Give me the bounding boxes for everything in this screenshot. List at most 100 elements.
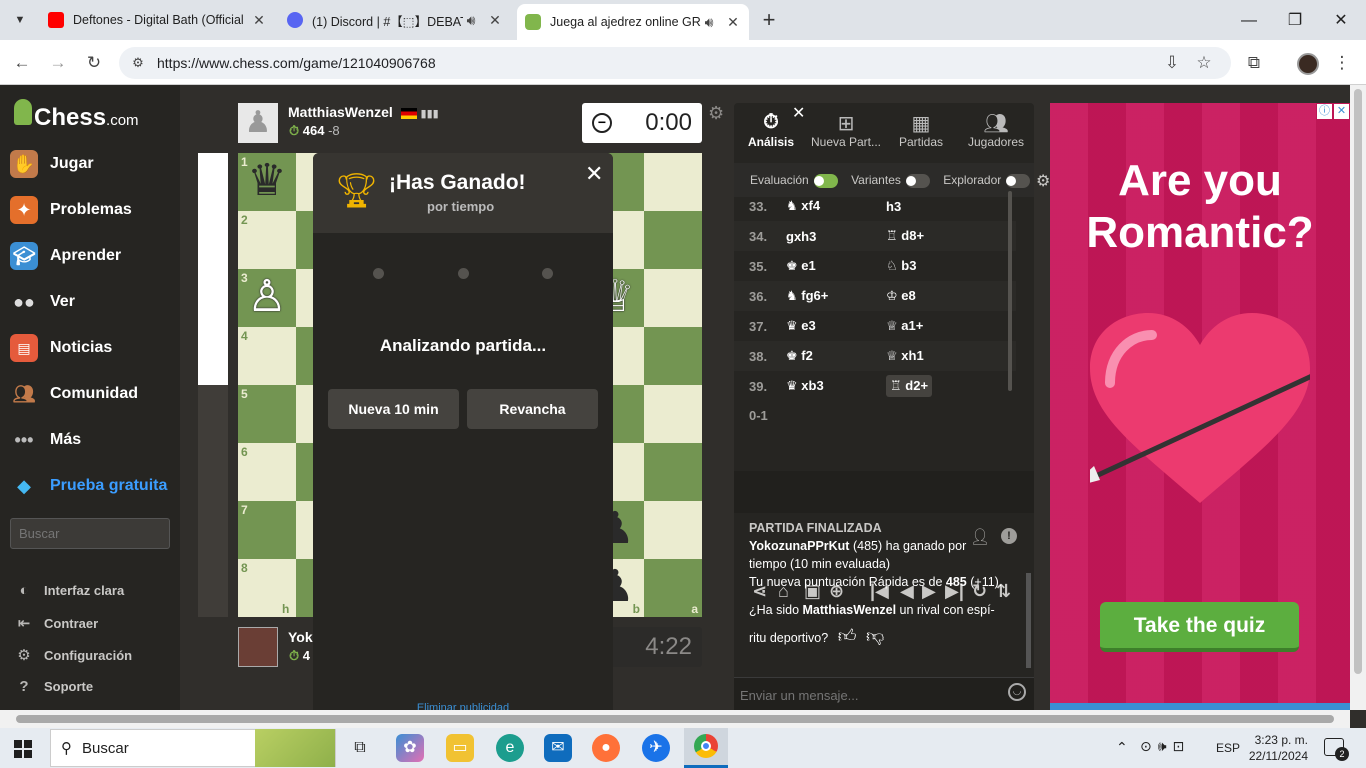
scroll-thumb[interactable] xyxy=(16,715,1334,723)
browser-tab-chess[interactable]: Juega al ajedrez online GRA 🔊︎ ✕ xyxy=(517,4,749,40)
black-move[interactable]: ♘ b3 xyxy=(886,258,986,274)
close-tab-icon[interactable]: ✕ xyxy=(725,14,741,31)
ad-choices-icon[interactable]: ⓘ xyxy=(1317,104,1332,119)
black-move[interactable]: h3 xyxy=(886,199,986,214)
top-player-name[interactable]: MatthiasWenzel ▮▮▮ xyxy=(288,104,439,120)
thumbs-down-icon[interactable]: 👎︎ xyxy=(866,626,884,646)
panel-settings-gear-icon[interactable]: ⚙ xyxy=(1036,171,1050,191)
install-app-icon[interactable]: ⇩ xyxy=(1160,51,1184,75)
sidebar-search-input[interactable] xyxy=(10,518,170,549)
back-arrow-icon[interactable]: ← xyxy=(10,51,34,75)
menu-dots-icon[interactable]: ⋮ xyxy=(1330,51,1354,75)
chat-scrollbar[interactable] xyxy=(1026,573,1031,668)
nav-problemas[interactable]: ✦ Problemas xyxy=(10,196,132,224)
language-indicator[interactable]: ESP xyxy=(1216,741,1240,755)
black-move[interactable]: ♕ xh1 xyxy=(886,348,986,364)
close-tab-icon[interactable]: ✕ xyxy=(251,12,267,29)
reload-icon[interactable]: ↻ xyxy=(82,51,106,75)
panel-close-icon[interactable]: ✕ xyxy=(792,103,805,123)
white-move[interactable]: gxh3 xyxy=(786,229,886,244)
toggle-evaluacion[interactable]: Evaluación xyxy=(750,173,838,188)
scroll-thumb[interactable] xyxy=(1354,89,1362,674)
nav-mas[interactable]: ••• Más xyxy=(10,426,82,454)
white-move[interactable]: ♛ e3 xyxy=(786,318,886,334)
toggle-switch-off[interactable] xyxy=(1006,173,1031,188)
black-move[interactable]: ♖ d8+ xyxy=(886,228,986,244)
board-square[interactable]: 8h xyxy=(238,559,296,617)
site-info-icon[interactable]: ⚙ xyxy=(119,55,157,71)
nav-contraer[interactable]: ⇤ Contraer xyxy=(14,614,98,632)
chrome-taskbar-button[interactable] xyxy=(684,728,728,768)
add-friend-icon[interactable]: 👤︎ xyxy=(970,527,990,547)
black-move[interactable]: ♕ a1+ xyxy=(886,318,986,334)
clock[interactable]: 3:23 p. m. 22/11/2024 xyxy=(1248,732,1308,764)
bottom-player-avatar[interactable] xyxy=(238,627,278,667)
remove-ads-link[interactable]: Eliminar publicidad xyxy=(313,702,613,710)
board-square[interactable] xyxy=(644,327,702,385)
profile-avatar[interactable] xyxy=(1297,53,1319,75)
rematch-button[interactable]: Revancha xyxy=(467,389,598,429)
tab-jugadores[interactable]: 👥︎ Jugadores xyxy=(959,111,1033,149)
move-list-scrollbar[interactable] xyxy=(1008,191,1012,391)
board-square[interactable]: 5 xyxy=(238,385,296,443)
board-square[interactable]: 3 ♙ xyxy=(238,269,296,327)
black-piece[interactable]: ♛ xyxy=(238,153,296,211)
forward-arrow-icon[interactable]: → xyxy=(46,51,70,75)
notification-icon[interactable]: 2 xyxy=(1324,738,1349,761)
white-piece[interactable]: ♙ xyxy=(238,269,296,327)
nav-aprender[interactable]: 🎓︎ Aprender xyxy=(10,242,121,270)
modal-close-button[interactable]: ✕ xyxy=(585,161,603,187)
white-move[interactable]: ♛ xb3 xyxy=(786,378,886,394)
ad-cta-button[interactable]: Take the quiz xyxy=(1100,602,1299,652)
firefox-icon[interactable]: ● xyxy=(592,734,620,762)
nav-interfaz-clara[interactable]: ◐ Interfaz clara xyxy=(14,582,124,599)
minimize-button[interactable]: — xyxy=(1226,12,1272,30)
show-hidden-icons[interactable]: ⌃ xyxy=(1116,739,1128,756)
toggle-variantes[interactable]: Variantes xyxy=(851,173,930,188)
close-window-button[interactable]: ✕ xyxy=(1318,10,1364,30)
extensions-icon[interactable]: ⧉ xyxy=(1242,51,1266,75)
close-tab-icon[interactable]: ✕ xyxy=(487,12,503,29)
nav-noticias[interactable]: ▤ Noticias xyxy=(10,334,112,362)
board-square[interactable]: a xyxy=(644,559,702,617)
maximize-button[interactable]: ❐ xyxy=(1272,10,1318,30)
bookmark-star-icon[interactable]: ☆ xyxy=(1192,51,1216,75)
taskbar-search-box[interactable]: ⚲ Buscar xyxy=(50,729,336,767)
board-square[interactable]: 1 ♛ xyxy=(238,153,296,211)
address-bar[interactable]: ⚙ https://www.chess.com/game/12104090676… xyxy=(119,47,1231,79)
mail-icon[interactable]: ✉ xyxy=(544,734,572,762)
start-button[interactable] xyxy=(14,740,32,758)
ad-close-icon[interactable]: ✕ xyxy=(1334,104,1349,119)
nav-configuracion[interactable]: ⚙ Configuración xyxy=(14,646,132,664)
tray-icons[interactable]: ⊙🕪︎⊡ xyxy=(1140,738,1190,755)
tab-nueva-partida[interactable]: ⊞ Nueva Part... xyxy=(809,111,883,149)
white-move[interactable]: ♚ f2 xyxy=(786,348,886,364)
board-square[interactable] xyxy=(644,153,702,211)
board-square[interactable]: 4 xyxy=(238,327,296,385)
black-move[interactable]: ♖ d2+ xyxy=(886,375,933,397)
tab-partidas[interactable]: ▦ Partidas xyxy=(884,111,958,149)
emoji-icon[interactable]: ◡ xyxy=(1008,683,1026,701)
horizontal-scrollbar[interactable] xyxy=(0,710,1350,728)
white-move[interactable]: ♞ fg6+ xyxy=(786,288,886,304)
nav-comunidad[interactable]: 👥︎ Comunidad xyxy=(10,380,138,408)
top-player-avatar[interactable]: ♟ xyxy=(238,103,278,143)
board-square[interactable] xyxy=(644,211,702,269)
board-square[interactable] xyxy=(644,269,702,327)
vertical-scrollbar[interactable] xyxy=(1350,85,1366,710)
thumbs-up-icon[interactable]: 👍︎ xyxy=(838,626,857,646)
board-square[interactable]: 2 xyxy=(238,211,296,269)
nav-jugar[interactable]: ✋ Jugar xyxy=(10,150,94,178)
file-explorer-icon[interactable]: ▭ xyxy=(446,734,474,762)
chat-input[interactable] xyxy=(740,684,990,706)
toggle-switch-off[interactable] xyxy=(905,173,930,188)
browser-tab-youtube[interactable]: Deftones - Digital Bath (Official ✕ xyxy=(40,6,275,34)
toggle-switch-on[interactable] xyxy=(813,173,838,188)
board-square[interactable]: 7 xyxy=(238,501,296,559)
white-move[interactable]: ♚ e1 xyxy=(786,258,886,274)
board-square[interactable] xyxy=(644,443,702,501)
black-move[interactable]: ♔ e8 xyxy=(886,288,986,304)
new-tab-button[interactable]: + xyxy=(758,7,780,33)
board-settings-gear-icon[interactable]: ⚙ xyxy=(708,103,724,124)
edge-icon[interactable]: e xyxy=(496,734,524,762)
